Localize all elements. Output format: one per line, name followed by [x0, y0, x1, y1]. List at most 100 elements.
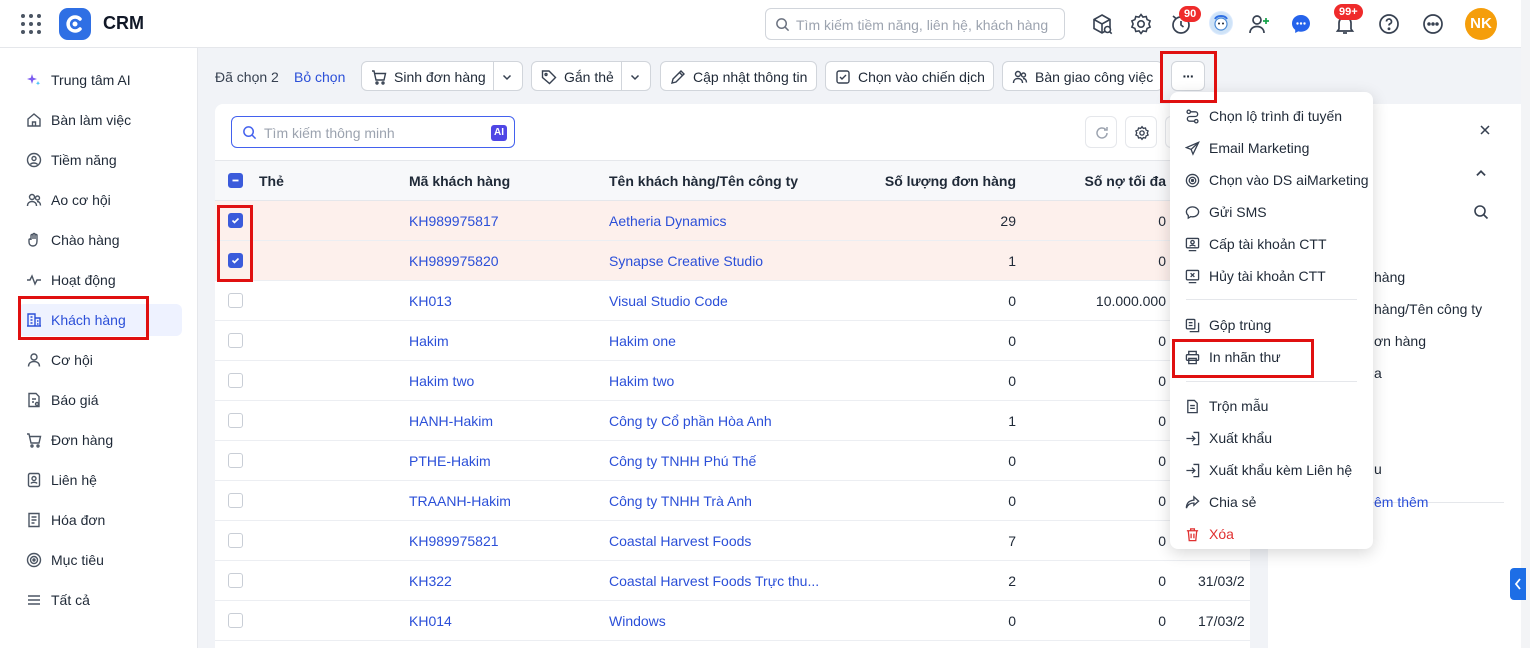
menu-item-print-mailing-labels[interactable]: In nhãn thư — [1170, 341, 1373, 373]
sidebar-item-opportunity-pool[interactable]: Ao cơ hội — [18, 184, 182, 216]
menu-item-grant-portal-account[interactable]: Cấp tài khoản CTT — [1170, 228, 1373, 260]
row-checkbox[interactable] — [228, 613, 243, 628]
sidebar-item-ai-center[interactable]: Trung tâm AI — [18, 64, 182, 96]
gear-icon[interactable] — [1129, 12, 1153, 36]
sidebar-item-customers[interactable]: Khách hàng — [18, 304, 182, 336]
row-checkbox[interactable] — [228, 293, 243, 308]
menu-item-send-sms[interactable]: Gửi SMS — [1170, 196, 1373, 228]
handover-button[interactable]: Bàn giao công việc — [1002, 61, 1163, 91]
sidebar-item-leads[interactable]: Tiềm năng — [18, 144, 182, 176]
chevron-down-icon[interactable] — [629, 71, 641, 83]
row-checkbox[interactable] — [228, 213, 243, 228]
table-row[interactable]: Hakim two Hakim two 0 0 — [215, 361, 1250, 401]
more-actions-button[interactable]: ··· — [1171, 61, 1205, 91]
menu-item-export-with-contacts[interactable]: Xuất khẩu kèm Liên hệ — [1170, 454, 1373, 486]
smart-search[interactable]: AI — [231, 116, 515, 148]
row-checkbox[interactable] — [228, 413, 243, 428]
column-header-orders[interactable]: Số lượng đơn hàng — [885, 173, 1016, 189]
customer-code-link[interactable]: PTHE-Hakim — [409, 453, 491, 469]
row-checkbox[interactable] — [228, 493, 243, 508]
customer-name-link[interactable]: Windows — [609, 613, 666, 629]
global-search-input[interactable] — [796, 15, 1058, 35]
table-row[interactable]: HANH-Hakim Công ty Cổ phần Hòa Anh 1 0 — [215, 401, 1250, 441]
global-search[interactable] — [765, 8, 1065, 40]
chevron-up-icon[interactable] — [1474, 166, 1488, 180]
menu-item-merge-duplicates[interactable]: Gộp trùng — [1170, 309, 1373, 341]
customer-name-link[interactable]: Hakim two — [609, 373, 674, 389]
customer-name-link[interactable]: Hakim one — [609, 333, 676, 349]
page-scrollbar[interactable] — [1521, 0, 1530, 648]
row-checkbox[interactable] — [228, 453, 243, 468]
table-row[interactable]: KH989975817 Aetheria Dynamics 29 0 — [215, 201, 1250, 241]
create-order-button[interactable]: Sinh đơn hàng — [361, 61, 523, 91]
customer-name-link[interactable]: Công ty TNHH Phú Thế — [609, 453, 756, 469]
customer-name-link[interactable]: Công ty Cổ phần Hòa Anh — [609, 413, 772, 429]
customer-code-link[interactable]: KH014 — [409, 613, 452, 629]
row-checkbox[interactable] — [228, 573, 243, 588]
panel-field-label[interactable]: u — [1374, 461, 1382, 477]
table-row[interactable]: Hakim Hakim one 0 0 — [215, 321, 1250, 361]
column-header-debt[interactable]: Số nợ tối đa — [1084, 173, 1166, 189]
customer-name-link[interactable]: Aetheria Dynamics — [609, 213, 727, 229]
sidebar-item-opportunities[interactable]: Cơ hội — [18, 344, 182, 376]
cube-search-icon[interactable] — [1090, 12, 1114, 36]
deselect-link[interactable]: Bỏ chọn — [294, 69, 345, 85]
sidebar-item-goals[interactable]: Mục tiêu — [18, 544, 182, 576]
sidebar-item-activities[interactable]: Hoạt động — [18, 264, 182, 296]
table-row[interactable]: KH989975820 Synapse Creative Studio 1 0 — [215, 241, 1250, 281]
menu-item-mail-merge[interactable]: Trộn mẫu — [1170, 390, 1373, 422]
menu-item-revoke-portal-account[interactable]: Hủy tài khoản CTT — [1170, 260, 1373, 292]
row-checkbox[interactable] — [228, 253, 243, 268]
close-icon[interactable] — [1479, 124, 1491, 136]
sidebar-item-workspace[interactable]: Bàn làm việc — [18, 104, 182, 136]
panel-field-label[interactable]: ơn hàng — [1374, 333, 1426, 349]
customer-code-link[interactable]: KH989975820 — [409, 253, 499, 269]
table-row[interactable]: KH322 Coastal Harvest Foods Trực thu... 2 0… — [215, 561, 1250, 601]
customer-code-link[interactable]: TRAANH-Hakim — [409, 493, 511, 509]
add-to-campaign-button[interactable]: Chọn vào chiến dịch — [825, 61, 994, 91]
customer-code-link[interactable]: KH013 — [409, 293, 452, 309]
menu-item-email-marketing[interactable]: Email Marketing — [1170, 132, 1373, 164]
customer-code-link[interactable]: HANH-Hakim — [409, 413, 493, 429]
select-all-checkbox[interactable] — [228, 173, 243, 188]
sidebar-item-invoices[interactable]: Hóa đơn — [18, 504, 182, 536]
see-more-link[interactable]: êm thêm — [1374, 494, 1428, 510]
table-row[interactable]: KH014 Windows 0 0 17/03/2 — [215, 601, 1250, 641]
menu-item-export[interactable]: Xuất khẩu — [1170, 422, 1373, 454]
menu-item-aimarketing[interactable]: Chọn vào DS aiMarketing — [1170, 164, 1373, 196]
menu-item-delete[interactable]: Xóa — [1170, 518, 1373, 550]
customer-code-link[interactable]: KH989975817 — [409, 213, 499, 229]
sidebar-item-all[interactable]: Tất cả — [18, 584, 182, 616]
chevron-down-icon[interactable] — [501, 71, 513, 83]
user-avatar[interactable]: NK — [1465, 8, 1497, 40]
customer-code-link[interactable]: KH322 — [409, 573, 452, 589]
search-icon[interactable] — [1473, 204, 1489, 220]
customer-name-link[interactable]: Synapse Creative Studio — [609, 253, 763, 269]
sidebar-item-contacts[interactable]: Liên hệ — [18, 464, 182, 496]
customer-name-link[interactable]: Coastal Harvest Foods Trực thu... — [609, 573, 819, 589]
column-header-code[interactable]: Mã khách hàng — [409, 173, 510, 189]
row-checkbox[interactable] — [228, 373, 243, 388]
table-row[interactable]: PTHE-Hakim Công ty TNHH Phú Thế 0 0 — [215, 441, 1250, 481]
panel-field-label[interactable]: a — [1374, 365, 1382, 381]
table-settings-button[interactable] — [1125, 116, 1157, 148]
sidebar-item-quotes[interactable]: Báo giá — [18, 384, 182, 416]
menu-item-route[interactable]: Chọn lộ trình đi tuyến — [1170, 100, 1373, 132]
add-user-icon[interactable] — [1247, 12, 1271, 36]
customer-name-link[interactable]: Công ty TNHH Trà Anh — [609, 493, 752, 509]
column-header-tag[interactable]: Thẻ — [259, 173, 284, 189]
customer-name-link[interactable]: Coastal Harvest Foods — [609, 533, 751, 549]
menu-item-share[interactable]: Chia sẻ — [1170, 486, 1373, 518]
more-apps-icon[interactable] — [1421, 12, 1445, 36]
smart-search-input[interactable] — [264, 123, 484, 143]
customer-code-link[interactable]: KH989975821 — [409, 533, 499, 549]
table-row[interactable]: KH013 Visual Studio Code 0 10.000.000 — [215, 281, 1250, 321]
collapse-panel-tab[interactable] — [1510, 568, 1526, 600]
sidebar-item-offers[interactable]: Chào hàng — [18, 224, 182, 256]
panel-field-label[interactable]: hàng/Tên công ty — [1374, 301, 1482, 317]
customer-name-link[interactable]: Visual Studio Code — [609, 293, 728, 309]
help-icon[interactable] — [1377, 12, 1401, 36]
panel-field-label[interactable]: hàng — [1374, 269, 1405, 285]
row-checkbox[interactable] — [228, 333, 243, 348]
customer-code-link[interactable]: Hakim two — [409, 373, 474, 389]
